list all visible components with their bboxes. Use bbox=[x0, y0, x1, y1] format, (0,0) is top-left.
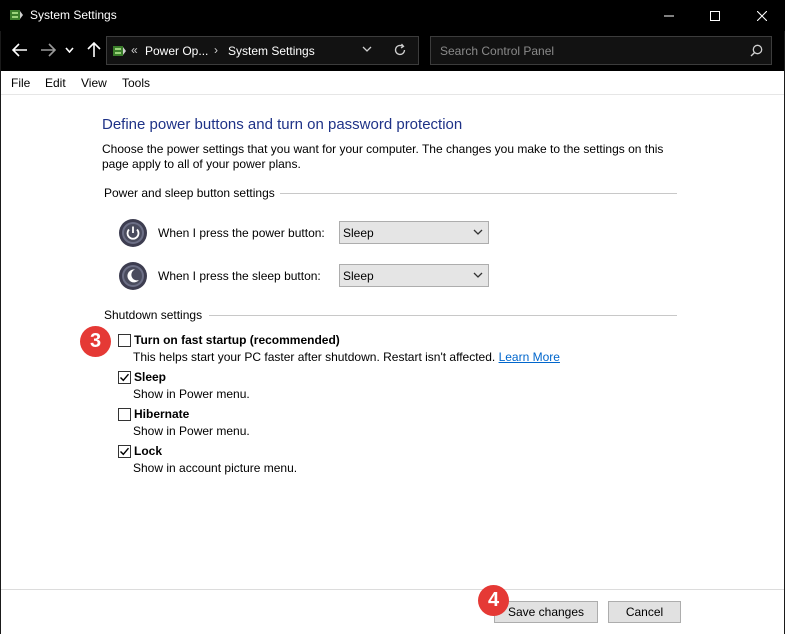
section-divider bbox=[280, 193, 677, 194]
learn-more-link[interactable]: Learn More bbox=[499, 350, 560, 364]
hibernate-option-label[interactable]: Hibernate bbox=[134, 407, 189, 421]
maximize-button[interactable] bbox=[692, 0, 738, 31]
power-button-select[interactable]: Sleep bbox=[339, 221, 489, 244]
page-description: Choose the power settings that you want … bbox=[102, 142, 664, 171]
recent-locations-button[interactable] bbox=[62, 39, 76, 61]
arrow-right-icon bbox=[41, 43, 56, 57]
refresh-icon[interactable] bbox=[393, 43, 407, 57]
power-options-icon bbox=[10, 10, 23, 20]
sleep-button-value: Sleep bbox=[343, 269, 374, 283]
window-border-left bbox=[0, 31, 1, 634]
sleep-button-label: When I press the sleep button: bbox=[158, 269, 321, 283]
step-badge-3: 3 bbox=[80, 326, 111, 357]
section-divider bbox=[209, 315, 677, 316]
page-title: Define power buttons and turn on passwor… bbox=[102, 116, 463, 133]
checkmark-icon bbox=[120, 447, 130, 456]
lock-option-label[interactable]: Lock bbox=[134, 444, 162, 458]
fast-startup-description: This helps start your PC faster after sh… bbox=[133, 350, 560, 364]
breadcrumb-overflow[interactable]: « bbox=[131, 43, 138, 57]
power-section-label: Power and sleep button settings bbox=[104, 186, 275, 200]
lock-checkbox[interactable] bbox=[118, 445, 131, 458]
arrow-up-icon bbox=[87, 42, 101, 57]
menu-view[interactable]: View bbox=[81, 76, 107, 90]
cancel-button[interactable]: Cancel bbox=[608, 601, 681, 623]
sleep-checkbox[interactable] bbox=[118, 371, 131, 384]
arrow-left-icon bbox=[12, 43, 27, 57]
footer-bar: Save changes Cancel 4 bbox=[0, 585, 785, 634]
breadcrumb-system-settings[interactable]: System Settings bbox=[228, 44, 315, 58]
navigation-bar: « Power Op... › System Settings Search C… bbox=[0, 31, 785, 71]
title-bar: System Settings bbox=[0, 0, 785, 31]
fast-startup-checkbox[interactable] bbox=[118, 334, 131, 347]
search-input[interactable]: Search Control Panel bbox=[430, 36, 772, 65]
content-area: Define power buttons and turn on passwor… bbox=[0, 95, 785, 589]
fast-startup-description-text: This helps start your PC faster after sh… bbox=[133, 350, 496, 364]
step-badge-4: 4 bbox=[478, 585, 509, 616]
menu-file[interactable]: File bbox=[11, 76, 30, 90]
maximize-icon bbox=[710, 10, 720, 21]
fast-startup-label[interactable]: Turn on fast startup (recommended) bbox=[134, 333, 340, 347]
up-button[interactable] bbox=[83, 39, 105, 61]
address-bar[interactable]: « Power Op... › System Settings bbox=[106, 36, 419, 65]
forward-button[interactable] bbox=[37, 39, 59, 61]
chevron-down-icon bbox=[473, 272, 483, 278]
control-panel-icon bbox=[113, 46, 126, 56]
hibernate-option-description: Show in Power menu. bbox=[133, 424, 250, 438]
close-icon bbox=[757, 10, 767, 21]
power-button-label: When I press the power button: bbox=[158, 226, 325, 240]
shutdown-section-label: Shutdown settings bbox=[104, 308, 203, 322]
sleep-button-icon bbox=[119, 262, 147, 290]
sleep-button-select[interactable]: Sleep bbox=[339, 264, 489, 287]
breadcrumb-power-options[interactable]: Power Op... bbox=[145, 44, 208, 58]
save-changes-button[interactable]: Save changes bbox=[494, 601, 598, 623]
sleep-option-label[interactable]: Sleep bbox=[134, 370, 166, 384]
window-title: System Settings bbox=[30, 8, 117, 22]
chevron-down-icon[interactable] bbox=[362, 44, 372, 54]
power-button-icon bbox=[119, 219, 147, 247]
back-button[interactable] bbox=[9, 39, 31, 61]
chevron-down-icon bbox=[64, 47, 74, 53]
lock-option-description: Show in account picture menu. bbox=[133, 461, 298, 475]
minimize-button[interactable] bbox=[646, 0, 692, 31]
sleep-option-description: Show in Power menu. bbox=[133, 387, 250, 401]
search-placeholder: Search Control Panel bbox=[440, 44, 555, 58]
close-button[interactable] bbox=[739, 0, 785, 31]
menu-tools[interactable]: Tools bbox=[122, 76, 150, 90]
checkmark-icon bbox=[120, 373, 130, 382]
breadcrumb-separator[interactable]: › bbox=[214, 43, 218, 57]
minimize-icon bbox=[664, 15, 674, 16]
chevron-down-icon bbox=[473, 229, 483, 235]
hibernate-checkbox[interactable] bbox=[118, 408, 131, 421]
power-button-value: Sleep bbox=[343, 226, 374, 240]
menu-bar: File Edit View Tools bbox=[0, 71, 785, 95]
search-icon bbox=[750, 44, 763, 57]
menu-edit[interactable]: Edit bbox=[45, 76, 66, 90]
